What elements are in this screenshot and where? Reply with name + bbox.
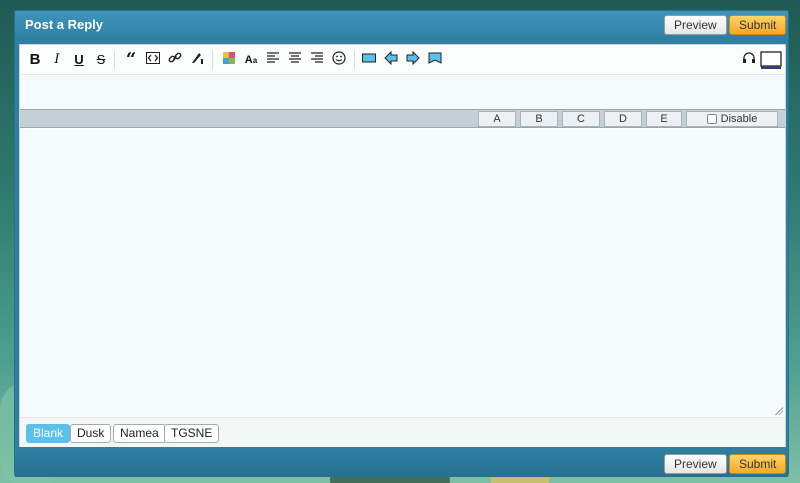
editor: B I U S “ Aa A B C D E Disable Blank Dus…: [19, 44, 786, 447]
disable-label: Disable: [720, 113, 758, 125]
emoji-icon[interactable]: [330, 51, 348, 69]
panel-title: Post a Reply: [25, 17, 104, 32]
italic-icon[interactable]: I: [48, 51, 66, 69]
bold-icon[interactable]: B: [26, 51, 44, 69]
toolbar-separator: [354, 51, 355, 69]
resize-handle[interactable]: [775, 407, 783, 415]
column-a[interactable]: A: [478, 111, 516, 127]
align-left-icon[interactable]: [264, 51, 282, 69]
template-blank[interactable]: Blank: [26, 424, 71, 443]
arrow-right-icon[interactable]: [404, 50, 422, 69]
code-icon[interactable]: [144, 51, 162, 69]
template-namea[interactable]: Namea: [113, 424, 166, 443]
disable-checkbox[interactable]: [706, 114, 717, 124]
reply-panel: Post a Reply Preview Submit B I U S “ Aa…: [14, 10, 789, 477]
submit-button-top[interactable]: Submit: [729, 15, 787, 35]
editor-subarea: [20, 76, 785, 109]
column-b[interactable]: B: [520, 111, 558, 127]
banner-icon[interactable]: [426, 51, 444, 69]
underline-icon[interactable]: U: [70, 51, 88, 69]
quote-icon[interactable]: “: [122, 51, 140, 69]
preview-button-top[interactable]: Preview: [664, 15, 727, 35]
column-e[interactable]: E: [646, 111, 682, 127]
column-c[interactable]: C: [562, 111, 600, 127]
preview-button-bottom[interactable]: Preview: [664, 454, 727, 474]
align-right-icon[interactable]: [308, 51, 326, 69]
headphones-icon[interactable]: [740, 51, 758, 69]
box-icon[interactable]: [360, 51, 378, 69]
column-d[interactable]: D: [604, 111, 642, 127]
template-dusk[interactable]: Dusk: [70, 424, 112, 443]
link-icon[interactable]: [166, 51, 184, 69]
template-bar: Blank Dusk Namea TGSNE: [20, 417, 785, 447]
toolbar-separator: [114, 51, 115, 69]
template-tgsne[interactable]: TGSNE: [164, 424, 220, 443]
editor-toolbar: B I U S “ Aa: [20, 45, 785, 75]
reply-textarea[interactable]: [20, 129, 785, 417]
color-picker-icon[interactable]: [220, 51, 238, 69]
monitor-icon[interactable]: [760, 51, 782, 69]
strikethrough-icon[interactable]: S: [92, 51, 110, 69]
panel-header: Post a Reply Preview Submit: [15, 11, 788, 39]
align-center-icon[interactable]: [286, 51, 304, 69]
arrow-left-icon[interactable]: [382, 50, 400, 69]
image-icon[interactable]: [188, 51, 206, 69]
toolbar-separator: [212, 51, 213, 69]
column-bar: A B C D E Disable: [20, 109, 785, 128]
panel-footer: Preview Submit: [15, 451, 788, 477]
disable-toggle[interactable]: Disable: [686, 111, 778, 127]
submit-button-bottom[interactable]: Submit: [729, 454, 787, 474]
font-size-icon[interactable]: Aa: [242, 51, 260, 69]
